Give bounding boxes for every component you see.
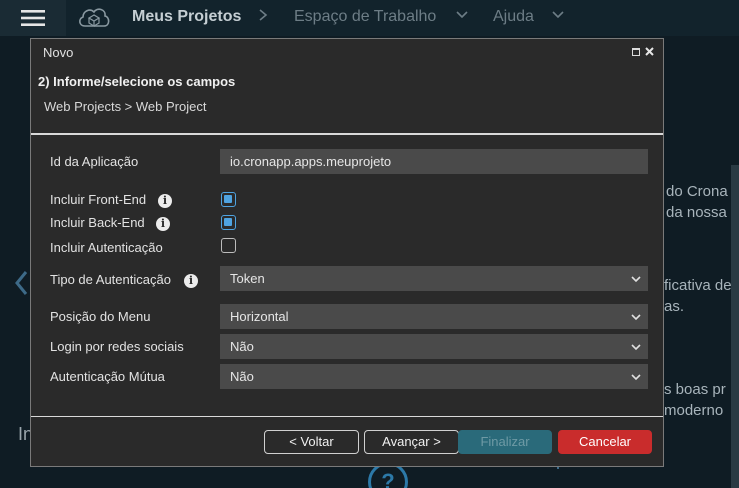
brand-title[interactable]: Meus Projetos (132, 8, 241, 26)
chevron-down-icon (631, 374, 641, 381)
finish-button[interactable]: Finalizar (458, 430, 552, 454)
auth-type-select[interactable]: Token (220, 266, 648, 291)
carousel-prev-icon[interactable] (14, 270, 28, 304)
top-navbar: Meus Projetos Espaço de Trabalho Ajuda (0, 0, 739, 36)
page-scrollbar[interactable] (731, 165, 739, 488)
auth-type-value: Token (230, 271, 265, 286)
chevron-down-icon (456, 8, 468, 25)
breadcrumb: Web Projects > Web Project (44, 99, 207, 114)
mutual-auth-value: Não (230, 369, 254, 384)
backend-label: Incluir Back-End (50, 215, 145, 230)
auth-checkbox[interactable] (221, 238, 236, 253)
bg-text: s boas pr (664, 381, 726, 398)
menu-position-value: Horizontal (230, 309, 289, 324)
divider (31, 416, 663, 417)
divider (31, 133, 663, 135)
maximize-icon[interactable] (632, 48, 640, 56)
auth-type-label: Tipo de Autenticação (50, 272, 171, 287)
social-login-label: Login por redes sociais (50, 339, 184, 354)
cancel-button[interactable]: Cancelar (558, 430, 652, 454)
chevron-down-icon (631, 276, 641, 283)
next-button[interactable]: Avançar > (364, 430, 459, 454)
close-icon[interactable] (645, 43, 654, 59)
chevron-down-icon (631, 314, 641, 321)
social-login-value: Não (230, 339, 254, 354)
nav-help[interactable]: Ajuda (493, 8, 534, 26)
app-id-label: Id da Aplicação (50, 154, 139, 169)
mutual-auth-select[interactable]: Não (220, 364, 648, 389)
bg-text: moderno (664, 402, 724, 419)
auth-label: Incluir Autenticação (50, 240, 163, 255)
mutual-auth-label: Autenticação Mútua (50, 369, 165, 384)
info-icon[interactable]: i (156, 217, 170, 231)
dialog-title: Novo (43, 45, 74, 60)
bg-text: ficativa de (664, 277, 732, 294)
app-id-input[interactable]: io.cronapp.apps.meuprojeto (220, 149, 648, 174)
back-button[interactable]: < Voltar (264, 430, 359, 454)
chevron-down-icon (552, 8, 564, 25)
bg-text: do Crona (666, 183, 728, 200)
info-icon[interactable]: i (184, 274, 198, 288)
chevron-down-icon (631, 344, 641, 351)
dialog-titlebar[interactable]: Novo (31, 39, 663, 65)
chevron-right-icon (258, 8, 268, 25)
hamburger-icon[interactable] (0, 0, 66, 36)
backend-checkbox[interactable] (221, 215, 236, 230)
info-icon[interactable]: i (158, 194, 172, 208)
frontend-checkbox[interactable] (221, 192, 236, 207)
bg-text: as. (664, 298, 685, 315)
nav-workspace[interactable]: Espaço de Trabalho (294, 8, 436, 26)
menu-position-label: Posição do Menu (50, 309, 151, 324)
social-login-select[interactable]: Não (220, 334, 648, 359)
frontend-label: Incluir Front-End (50, 192, 147, 207)
bg-text: da nossa (666, 204, 727, 221)
cloud-icon[interactable] (76, 4, 112, 32)
step-title: 2) Informe/selecione os campos (38, 74, 236, 89)
menu-position-select[interactable]: Horizontal (220, 304, 648, 329)
new-project-dialog: Novo 2) Informe/selecione os campos Web … (30, 38, 664, 467)
